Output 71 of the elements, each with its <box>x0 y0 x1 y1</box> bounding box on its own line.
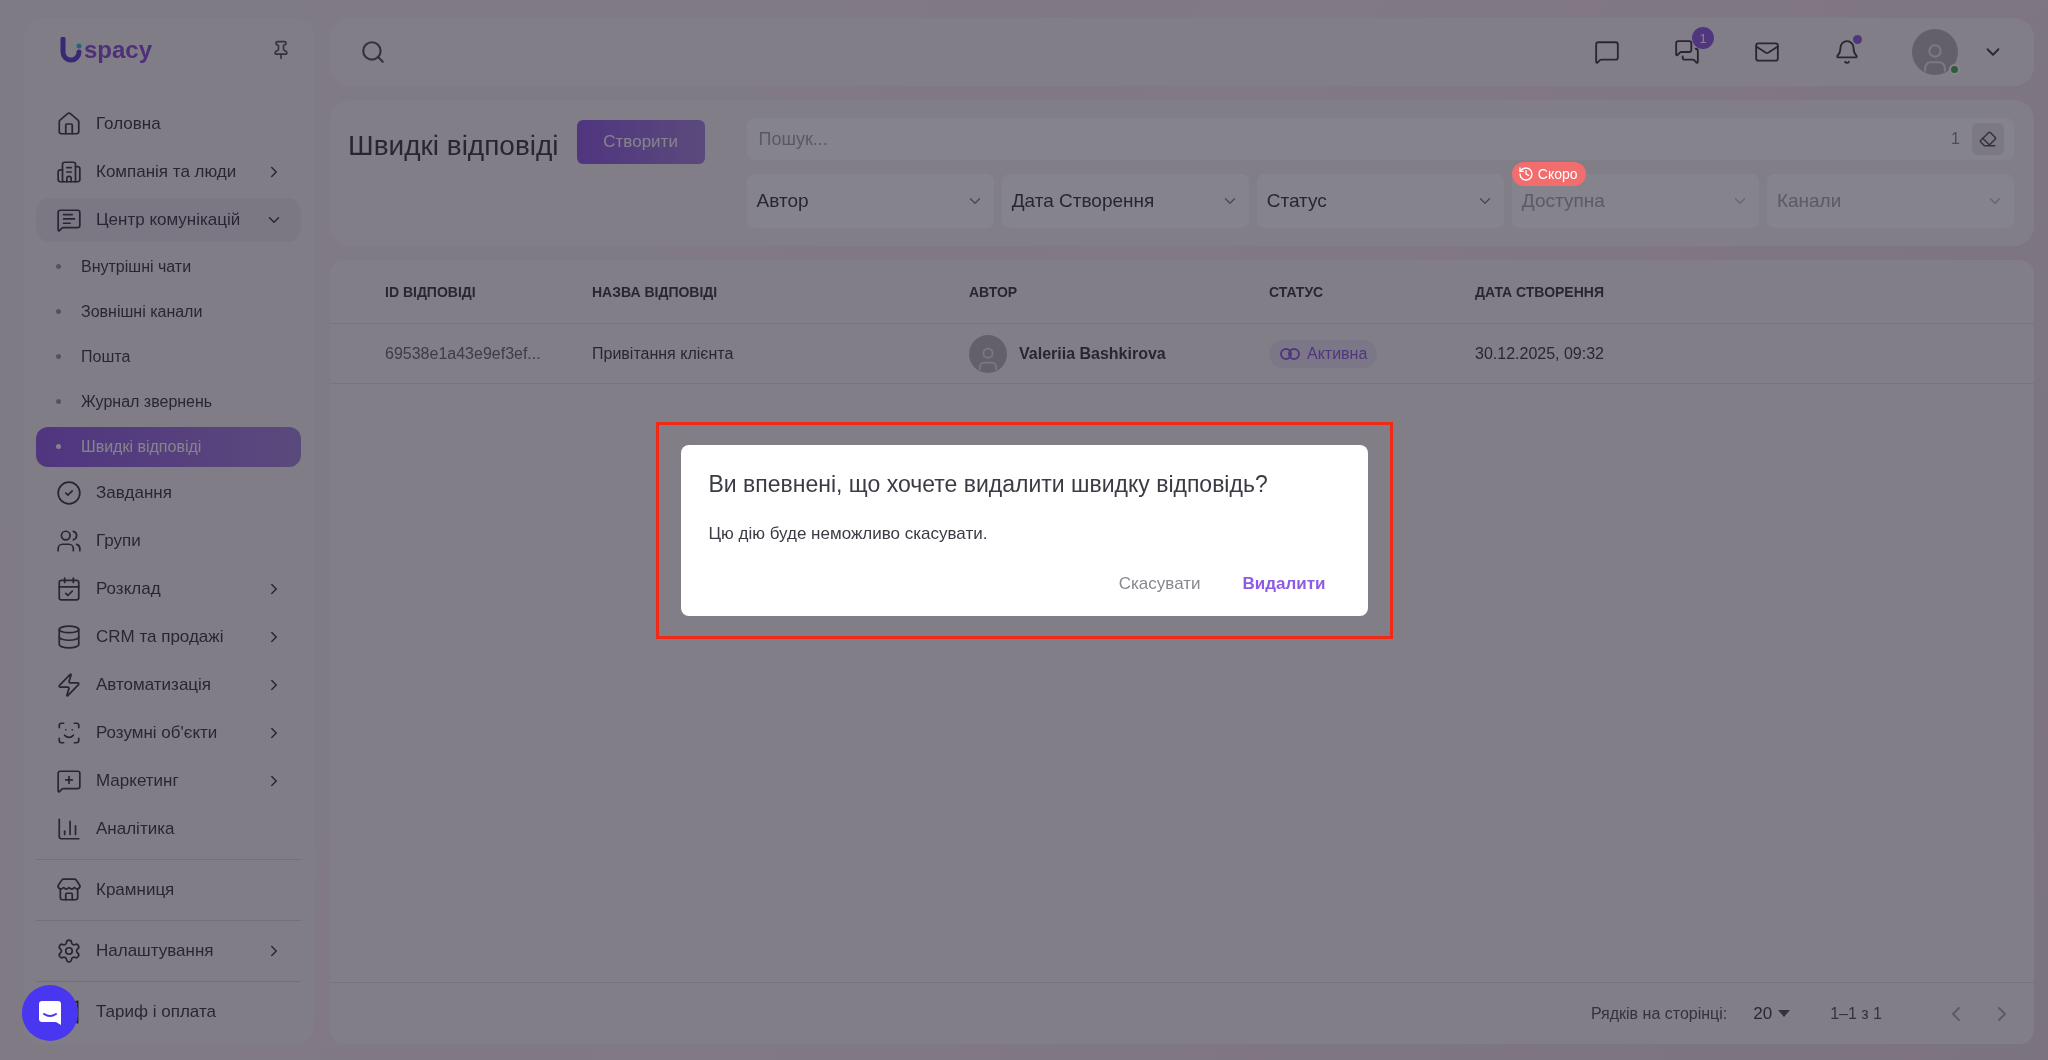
create-button[interactable]: Створити <box>576 120 705 164</box>
sidebar-item[interactable]: Маркетинг <box>36 759 301 803</box>
count-badge: 1 <box>1692 27 1714 49</box>
chat-icon <box>56 207 82 233</box>
sidebar-item[interactable]: Налаштування <box>36 929 301 973</box>
column-header[interactable]: СТАТУС <box>1269 283 1475 300</box>
caret-icon <box>1778 1009 1791 1018</box>
sidebar-item[interactable]: Завдання <box>36 471 301 515</box>
chats-button[interactable] <box>1672 37 1702 67</box>
sidebar-item[interactable]: Компанія та люди <box>36 150 301 194</box>
pin-icon[interactable] <box>271 40 291 60</box>
eraser-icon <box>1979 130 1997 148</box>
sidebar-subitem[interactable]: Швидкі відповіді <box>36 426 301 467</box>
page-range: 1–1 з 1 <box>1830 1004 1882 1023</box>
link-icon <box>1279 346 1301 361</box>
chat-bubble-icon <box>38 1000 62 1026</box>
mail-icon <box>1754 39 1780 65</box>
result-count: 1 <box>1951 130 1960 148</box>
sidebar-item[interactable]: Автоматизація <box>36 663 301 707</box>
table-row[interactable]: 69538e1a43e9ef3ef... Привітання клієнта Valeriia Bashkirova Активна 30.12.2025, 09:32 <box>330 324 2034 384</box>
sidebar-item[interactable]: Центр комунікацій <box>36 198 301 242</box>
sidebar-item[interactable]: CRM та продажі <box>36 615 301 659</box>
building-icon <box>56 159 82 185</box>
cancel-button[interactable]: Скасувати <box>1106 567 1213 600</box>
sidebar-item[interactable]: Розумні об'єкти <box>36 711 301 755</box>
database-icon <box>56 624 82 650</box>
search-icon[interactable] <box>360 39 386 65</box>
logo-mark-icon <box>60 37 82 63</box>
bar-chart-icon <box>56 816 82 842</box>
filter-dropdown[interactable]: Автор <box>746 174 994 228</box>
status-pill: Активна <box>1269 339 1378 368</box>
chats-icon <box>1674 39 1700 65</box>
check-circle-icon <box>56 480 82 506</box>
filter-dropdown[interactable]: Дата Створення <box>1001 174 1249 228</box>
chat-plus-icon <box>56 768 82 794</box>
scan-face-icon <box>56 720 82 746</box>
dialog-message: Цю дію буде неможливо скасувати. <box>708 523 989 544</box>
sidebar-subitem[interactable]: Внутрішні чати <box>36 246 301 287</box>
name-cell-text: Привітання клієнта <box>592 344 735 363</box>
sidebar-item[interactable]: Головна <box>36 102 301 146</box>
history-icon <box>1517 166 1534 182</box>
column-header[interactable]: АВТОР <box>969 283 1269 300</box>
calendar-icon <box>56 576 82 602</box>
sidebar-subitem[interactable]: Зовнішні канали <box>36 291 301 332</box>
sidebar-subitem[interactable]: Журнал звернень <box>36 381 301 422</box>
sidebar-subitem[interactable]: Пошта <box>36 336 301 377</box>
delete-button[interactable]: Видалити <box>1230 567 1338 600</box>
lightning-icon <box>56 672 82 698</box>
chat-icon <box>1594 39 1620 65</box>
dialog-title: Ви впевнені, що хочете видалити швидку відповідь? <box>708 470 1269 498</box>
house-icon <box>56 111 82 137</box>
store-icon <box>56 877 82 903</box>
page-title: Швидкі відповіді <box>348 130 559 163</box>
logo: spacy <box>60 36 153 64</box>
date-cell-text: 30.12.2025, 09:32 <box>1475 344 1605 363</box>
sidebar-item[interactable]: Аналітика <box>36 807 301 851</box>
clear-button[interactable] <box>1972 123 2004 155</box>
sidebar-item[interactable]: Крамниця <box>36 868 301 912</box>
sidebar-item[interactable]: Групи <box>36 519 301 563</box>
sidebar-item[interactable]: Розклад <box>36 567 301 611</box>
filter-dropdown[interactable]: Статус <box>1256 174 1504 228</box>
settings-icon <box>56 938 82 964</box>
bell-icon <box>1834 39 1860 65</box>
rows-per-page-select[interactable]: 20 <box>1753 1003 1791 1024</box>
rows-per-page-label: Рядків на сторінці: <box>1590 1004 1728 1023</box>
column-header[interactable]: НАЗВА ВІДПОВІДІ <box>592 283 969 300</box>
id-cell-text: 69538e1a43e9ef3ef... <box>385 344 542 363</box>
users-icon <box>56 528 82 554</box>
column-header[interactable]: ДАТА СТВОРЕННЯ <box>1475 283 2034 300</box>
author-name: Valeriia Bashkirova <box>1019 344 1166 363</box>
column-header[interactable]: ID ВІДПОВІДІ <box>385 283 592 300</box>
